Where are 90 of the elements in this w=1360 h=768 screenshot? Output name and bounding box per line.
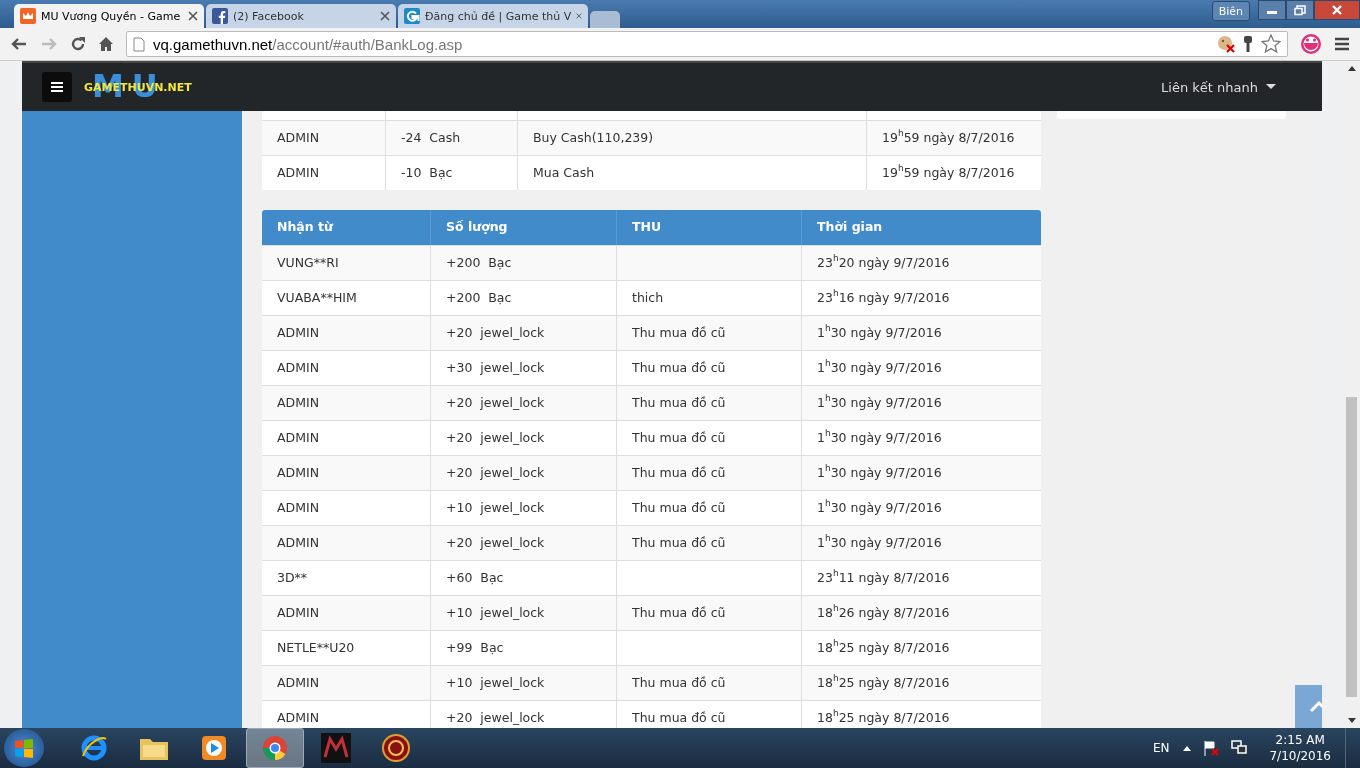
close-icon[interactable] [576,11,582,21]
table-cell-text: ADMIN [276,429,320,447]
table-cell-text: ADMIN [276,674,320,692]
close-icon[interactable] [380,11,390,21]
menu-icon[interactable] [1334,36,1350,52]
menu-button[interactable] [42,72,72,102]
table-cell-text: ADMIN [276,129,320,147]
table-cell-text: ADMIN [276,164,320,182]
table-cell-text: VUABA**HIM [276,289,358,307]
table-cell-text: ADMIN [276,464,320,482]
table-cell: 1$^{h}$30 ngày 9/7/2016 [801,316,1041,350]
table-cell-text: ADMIN [276,709,320,727]
menu-icon [51,82,63,92]
browser-e-icon [80,734,108,762]
game-icon [381,733,411,763]
table-cell: Thu mua đồ cũ [616,666,801,700]
tab-title: (2) Facebook [233,9,305,23]
browser-tab[interactable]: Đăng chủ đề | Game thủ V [398,4,588,28]
table-cell: +20 jewel_lock [430,316,616,350]
table-cell: 1$^{h}$30 ngày 9/7/2016 [801,526,1041,560]
bookmark-star-icon[interactable] [1261,34,1281,54]
profile-button[interactable]: Biên [1211,1,1250,21]
quick-links-dropdown[interactable]: Liên kết nhanh [1155,78,1282,96]
table-cell-text: ADMIN [276,324,320,342]
table-cell-text: ADMIN [276,604,320,622]
tab-title: MU Vương Quyền - Game [41,9,182,23]
restore-icon [1294,4,1306,16]
g-logo-icon [404,8,420,24]
play-icon [201,735,227,761]
browser-tab[interactable]: MU Vương Quyền - Game [14,4,204,28]
table-cell: Buy Cash(110,239) [517,121,866,155]
table-cell: 23$^{h}$20 ngày 9/7/2016 [801,246,1041,280]
table-cell: 18$^{h}$26 ngày 8/7/2016 [801,596,1041,630]
close-icon[interactable] [188,11,198,21]
close-icon [1331,5,1343,15]
table-cell: +20 jewel_lock [430,526,616,560]
table-cell: Thu mua đồ cũ [616,596,801,630]
table-cell-text: ADMIN [276,394,320,412]
table-cell: 19$^{h}$59 ngày 8/7/2016 [866,156,1041,190]
scroll-down-icon[interactable] [1347,718,1356,724]
table-cell: -24 Cash [385,121,517,155]
table-cell: 1$^{h}$30 ngày 9/7/2016 [801,386,1041,420]
browser-tab[interactable]: (2) Facebook [206,4,396,28]
clock[interactable]: 2:15 AM 7/10/2016 [1269,732,1331,764]
facebook-icon [212,8,228,24]
chevron-up-icon [1308,700,1322,713]
key-icon[interactable] [1243,35,1253,53]
back-icon[interactable] [10,36,28,52]
table-cell: 19$^{h}$59 ngày 8/7/2016 [866,121,1041,155]
tab-title: Đăng chủ đề | Game thủ V [425,9,572,23]
language-indicator[interactable]: EN [1152,741,1170,755]
restore-button[interactable] [1286,0,1314,20]
table-cell: -10 Bạc [385,156,517,190]
table-cell-text: ADMIN [276,534,320,552]
table-cell-text: NETLE**U20 [276,639,356,657]
table-cell: Thu mua đồ cũ [616,456,801,490]
table-cell-text: ADMIN [276,359,320,377]
cookie-blocked-icon[interactable] [1217,35,1235,53]
table-cell: +10 jewel_lock [430,596,616,630]
network-icon[interactable] [1231,740,1248,756]
table-cell: +20 jewel_lock [430,456,616,490]
table-cell-text: ADMIN [276,499,320,517]
game-icon [321,733,351,763]
table-cell: +10 jewel_lock [430,666,616,700]
scroll-up-icon[interactable] [1347,65,1356,71]
column-header: Nhận từ [276,218,334,236]
table-cell-text: 3D** [276,569,309,587]
minimize-button[interactable] [1258,0,1286,20]
start-button[interactable] [4,729,44,767]
table-cell: Thu mua đồ cũ [616,526,801,560]
reload-icon[interactable] [70,36,86,52]
table-cell: +20 jewel_lock [430,386,616,420]
smiley-icon[interactable] [1300,33,1322,55]
table-cell: 1$^{h}$30 ngày 9/7/2016 [801,456,1041,490]
caret-icon [1266,84,1276,90]
chrome-icon [261,734,289,762]
show-hidden-icons-icon[interactable] [1183,745,1192,751]
page-icon [133,36,145,52]
table-cell: Thu mua đồ cũ [616,316,801,350]
crown-icon [20,8,36,24]
table-cell: +200 Bạc [430,246,616,280]
table-cell-text: VUNG**RI [276,254,340,272]
home-icon[interactable] [98,36,114,52]
flag-icon[interactable] [1203,740,1220,756]
windows-logo-icon [13,737,35,759]
address-bar[interactable]: vq.gamethuvn.net/account/#auth/BankLog.asp [126,31,1288,57]
table-cell: Thu mua đồ cũ [616,386,801,420]
close-button[interactable] [1314,0,1360,20]
table-cell: 18$^{h}$25 ngày 8/7/2016 [801,666,1041,700]
table-cell: Mua Cash [517,156,866,190]
